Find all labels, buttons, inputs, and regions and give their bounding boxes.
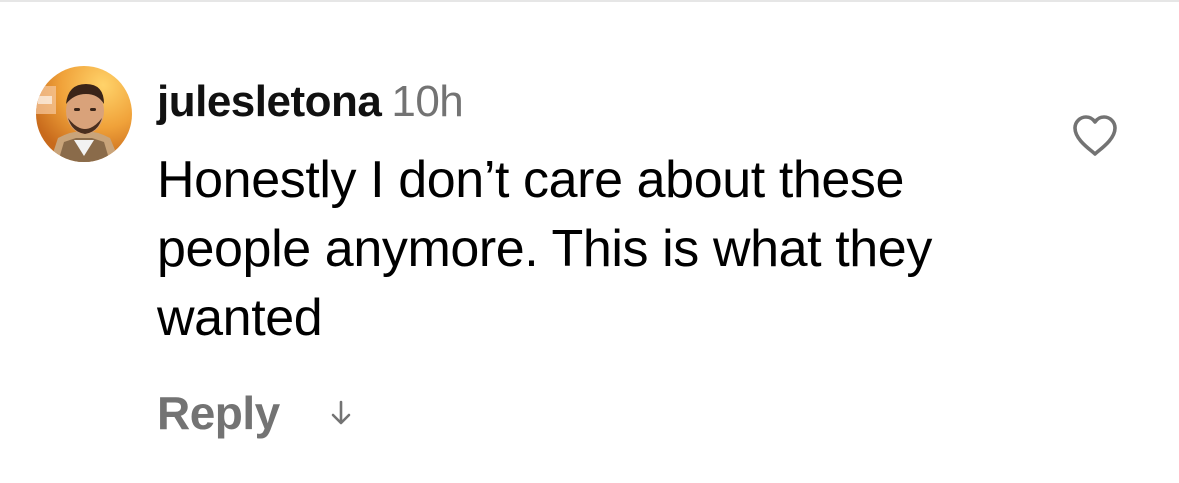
comment-header: julesletona 10h <box>157 76 464 128</box>
top-divider <box>0 0 1179 2</box>
heart-outline-icon[interactable] <box>1071 114 1119 158</box>
comment-text: Honestly I don’t care about these people… <box>157 151 932 347</box>
username-link[interactable]: julesletona <box>157 77 382 126</box>
arrow-down-icon[interactable] <box>330 400 352 426</box>
timestamp: 10h <box>391 77 464 126</box>
avatar[interactable] <box>36 66 132 162</box>
comment-actions: Reply <box>157 383 352 443</box>
reply-button[interactable]: Reply <box>157 386 280 440</box>
